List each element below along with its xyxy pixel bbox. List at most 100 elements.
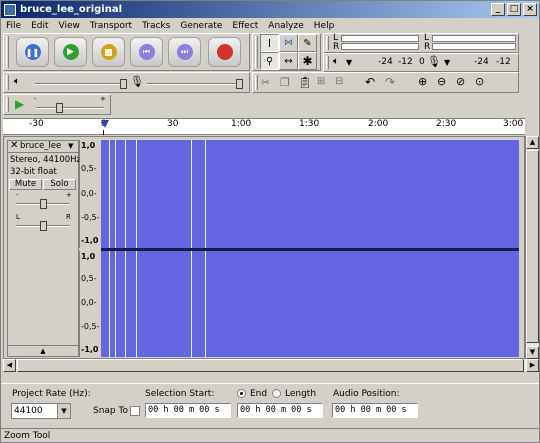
menu-bar: File Edit View Transport Tracks Generate… <box>1 18 539 33</box>
app-icon <box>4 3 16 16</box>
chevron-down-icon[interactable]: ▼ <box>346 58 352 67</box>
window-title: bruce_lee_original <box>20 4 123 15</box>
tools-toolbar: I ⋈ ✎ ⚲ ↔ ✱ <box>252 33 321 71</box>
play-at-speed-icon[interactable]: ▶ <box>15 97 24 111</box>
minimize-button[interactable]: _ <box>491 3 505 16</box>
zoom-in-icon[interactable]: ⊕ <box>418 75 427 88</box>
selection-start-field[interactable]: 00 h 00 m 00 s <box>145 403 231 418</box>
status-bar: Zoom Tool <box>1 428 539 442</box>
length-radio[interactable] <box>272 389 281 398</box>
project-rate-label: Project Rate (Hz): <box>12 389 91 399</box>
track-close-icon[interactable]: ✕ <box>10 140 18 151</box>
paste-icon[interactable]: 📋︎ <box>298 76 312 89</box>
ruler-tick-label: 1:00 <box>231 119 252 129</box>
pan-slider[interactable] <box>16 221 70 231</box>
solo-button[interactable]: Solo <box>43 179 76 190</box>
gain-minus-label: - <box>16 191 19 199</box>
length-label: Length <box>285 389 317 399</box>
cut-icon[interactable]: ✂ <box>261 76 270 89</box>
menu-transport[interactable]: Transport <box>85 21 137 31</box>
ruler-tick-label: 30 <box>167 119 179 129</box>
silence-icon[interactable]: ⊟ <box>335 76 343 87</box>
meter-scale-value: -12 <box>496 57 511 67</box>
speed-slider[interactable] <box>36 103 104 113</box>
track-name-menu[interactable]: bruce_lee <box>20 141 61 151</box>
menu-generate[interactable]: Generate <box>175 21 227 31</box>
trim-icon[interactable]: ⊞ <box>317 76 325 87</box>
chevron-down-icon[interactable]: ▼ <box>68 142 73 150</box>
meter-scale-value: -24 <box>378 57 393 67</box>
menu-edit[interactable]: Edit <box>26 21 53 31</box>
status-text: Zoom Tool <box>4 431 51 441</box>
skip-to-end-button[interactable]: ⏭ <box>168 37 201 67</box>
close-button[interactable]: × <box>523 3 537 16</box>
fit-selection-icon[interactable]: ⊘ <box>456 75 465 88</box>
horizontal-scrollbar[interactable]: ◀ ▶ <box>3 359 539 372</box>
selection-start-label: Selection Start: <box>145 389 215 399</box>
audacity-window: bruce_lee_original _ □ × File Edit View … <box>0 0 540 443</box>
track-format-info: Stereo, 44100Hz <box>10 155 81 165</box>
ruler-tick-label: 3:00 <box>503 119 524 129</box>
redo-icon[interactable]: ↷ <box>385 75 395 89</box>
scale-label: -0,5- <box>81 213 100 222</box>
edit-toolbar: ✂ ❐ 📋︎ ⊞ ⊟ ↶ ↷ ⊕ ⊖ ⊘ ⊙ <box>252 72 519 93</box>
selection-toolbar: Project Rate (Hz): 44100 ▼ Snap To Select… <box>1 383 539 428</box>
menu-effect[interactable]: Effect <box>227 21 263 31</box>
amplitude-scale-left: 1,0 0,5- 0,0- -0,5- -1,0 <box>79 140 101 248</box>
audio-position-field[interactable]: 00 h 00 m 00 s <box>332 403 418 418</box>
skip-end-icon: ⏭ <box>176 44 193 60</box>
play-meter-right <box>432 43 516 50</box>
transport-toolbar: ❚❚ ▶ ⏮ ⏭ <box>3 33 250 71</box>
play-button[interactable]: ▶ <box>54 37 87 67</box>
menu-view[interactable]: View <box>54 21 85 31</box>
maximize-button[interactable]: □ <box>507 3 521 16</box>
scroll-left-icon[interactable]: ◀ <box>3 359 16 372</box>
input-volume-slider[interactable] <box>146 79 243 89</box>
stop-button[interactable] <box>92 37 125 67</box>
horizontal-scroll-thumb[interactable] <box>17 359 524 372</box>
zoom-out-icon[interactable]: ⊖ <box>437 75 446 88</box>
output-volume-slider[interactable] <box>34 79 127 89</box>
zoom-tool-icon[interactable]: ⚲ <box>260 52 279 70</box>
menu-analyze[interactable]: Analyze <box>263 21 308 31</box>
menu-tracks[interactable]: Tracks <box>137 21 175 31</box>
scroll-down-icon[interactable]: ▼ <box>526 346 539 359</box>
meter-scale-value: -24 <box>474 57 489 67</box>
track-bit-depth: 32-bit float <box>10 167 57 177</box>
gain-slider[interactable] <box>16 199 70 209</box>
draw-tool-icon[interactable]: ✎ <box>298 34 317 52</box>
collapse-track-button[interactable]: ▲ <box>8 345 78 356</box>
meter-scale-value: 0 <box>419 57 425 67</box>
meter-scale-toolbar: 🔈︎ ▼ -24 -12 0 🎙︎ ▼ -24 -12 <box>323 53 519 72</box>
timeline-ruler[interactable]: -30 0 30 1:00 1:30 2:00 2:30 3:00 <box>3 118 525 135</box>
waveform-right-channel[interactable] <box>101 251 519 357</box>
selection-end-field[interactable]: 00 h 00 m 00 s <box>237 403 323 418</box>
scroll-up-icon[interactable]: ▲ <box>526 136 539 149</box>
fit-project-icon[interactable]: ⊙ <box>475 75 484 88</box>
snap-to-checkbox[interactable] <box>130 406 140 416</box>
ruler-tick-label: 2:30 <box>436 119 457 129</box>
undo-icon[interactable]: ↶ <box>365 75 375 89</box>
menu-help[interactable]: Help <box>309 21 340 31</box>
menu-file[interactable]: File <box>1 21 26 31</box>
vertical-scrollbar[interactable]: ▲ ▼ <box>525 136 539 359</box>
microphone-icon: 🎙︎ <box>427 55 441 68</box>
skip-to-start-button[interactable]: ⏮ <box>130 37 163 67</box>
pan-right-label: R <box>66 213 71 221</box>
mute-button[interactable]: Mute <box>9 179 42 190</box>
timeshift-tool-icon[interactable]: ↔ <box>279 52 298 70</box>
pause-button[interactable]: ❚❚ <box>16 37 49 67</box>
copy-icon[interactable]: ❐ <box>280 76 290 89</box>
selection-tool-icon[interactable]: I <box>260 34 279 52</box>
speaker-icon: 🔈︎ <box>333 56 339 67</box>
end-radio[interactable] <box>237 389 246 398</box>
chevron-down-icon[interactable]: ▼ <box>444 58 450 67</box>
scroll-right-icon[interactable]: ▶ <box>526 359 539 372</box>
record-button[interactable] <box>208 37 241 67</box>
envelope-tool-icon[interactable]: ⋈ <box>279 34 298 52</box>
record-icon <box>216 44 233 60</box>
multi-tool-icon[interactable]: ✱ <box>298 52 317 70</box>
vertical-scroll-thumb[interactable] <box>526 150 539 343</box>
project-rate-select[interactable]: 44100 ▼ <box>11 403 71 419</box>
waveform-left-channel[interactable] <box>101 140 519 248</box>
